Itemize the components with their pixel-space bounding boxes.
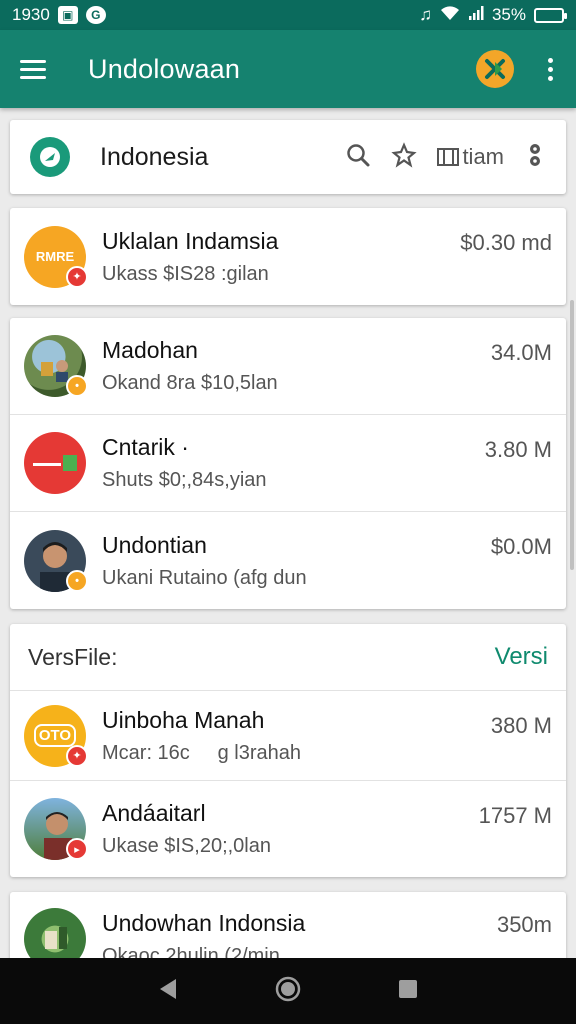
- app-title: Undolowaan: [88, 53, 241, 84]
- avatar: ▸: [24, 798, 88, 860]
- country-card: Indonesia tiam: [10, 120, 566, 194]
- list-item[interactable]: • Undontian Ukani Rutaino (afg dun $0.0M: [10, 512, 566, 609]
- list-item[interactable]: ▬▬▬ Cntarik · Shuts $0;,84s,yian 3.80 M: [10, 415, 566, 512]
- item-subtitle: Shuts $0;,84s,yian: [102, 469, 267, 491]
- avatar: RMRE ✦: [24, 225, 88, 288]
- country-label: Indonesia: [100, 142, 209, 171]
- signal-icon: [468, 5, 484, 26]
- back-icon[interactable]: [157, 977, 179, 1006]
- item-amount: 380 M: [490, 713, 552, 738]
- item-amount: 34.0M: [490, 340, 552, 365]
- recents-icon[interactable]: [397, 978, 419, 1005]
- item-subtitle: Okand 8ra $10,5lan: [102, 372, 278, 394]
- section-title: VersFile:: [28, 643, 118, 670]
- status-badge-icon: •: [66, 375, 88, 397]
- battery-percent: 35%: [491, 5, 526, 24]
- g-notification-icon: G: [85, 6, 106, 24]
- brand-logo-icon: [30, 137, 70, 177]
- vibrate-icon: ♫: [419, 5, 432, 24]
- item-title: Madohan: [102, 337, 198, 363]
- x-logo-icon: [485, 59, 505, 79]
- status-badge-icon: •: [66, 569, 88, 592]
- item-amount: $0.30 md: [460, 230, 552, 255]
- item-subtitle: Mcar: 16c g l3rahah: [102, 741, 301, 764]
- more-options-icon[interactable]: [544, 57, 556, 81]
- list-item[interactable]: • Madohan Okand 8ra $10,5lan 34.0M: [10, 318, 566, 415]
- item-subtitle: Ukani Rutaino (afg dun: [102, 566, 307, 589]
- item-amount: 3.80 M: [484, 437, 552, 462]
- list-card-1: RMRE ✦ Uklalan Indamsia Ukass $IS28 :gil…: [10, 208, 566, 305]
- search-icon[interactable]: [345, 142, 371, 173]
- item-amount: $0.0M: [490, 534, 552, 559]
- menu-icon[interactable]: [20, 51, 56, 87]
- scrollbar[interactable]: [570, 300, 574, 570]
- status-badge-icon: ✦: [66, 265, 88, 288]
- filter-label: tiam: [462, 144, 504, 169]
- filter-button[interactable]: tiam: [437, 144, 504, 170]
- clock: 1930: [12, 5, 50, 24]
- section-header: VersFile: Versi: [10, 624, 566, 691]
- list-item[interactable]: ▸ Andáaitarl Ukase $IS,20;,0lan 1757 M: [10, 781, 566, 877]
- list-card-3: VersFile: Versi OTO ✦ Uinboha Manah Mcar…: [10, 624, 566, 877]
- list-card-2: • Madohan Okand 8ra $10,5lan 34.0M ▬▬▬ C…: [10, 318, 566, 609]
- star-icon[interactable]: [391, 141, 418, 173]
- image-notification-icon: ▣: [57, 6, 78, 24]
- item-title: Undontian: [102, 531, 207, 558]
- columns-icon: [437, 148, 460, 166]
- battery-icon: [534, 7, 567, 23]
- item-title: Uinboha Manah: [102, 706, 265, 733]
- item-title: Cntarik ·: [102, 434, 189, 460]
- status-badge-icon: ▸: [66, 838, 88, 860]
- item-title: Undowhan Indonsia: [102, 910, 306, 936]
- avatar: OTO ✦: [24, 704, 88, 767]
- item-amount: 350m: [496, 912, 552, 937]
- item-subtitle: Ukass $IS28 :gilan: [102, 262, 269, 285]
- wifi-icon: [440, 5, 460, 26]
- status-badge-icon: ✦: [66, 744, 88, 767]
- home-icon[interactable]: [274, 975, 302, 1008]
- list-item[interactable]: OTO ✦ Uinboha Manah Mcar: 16c g l3rahah …: [10, 691, 566, 781]
- item-title: Andáaitarl: [102, 800, 206, 826]
- avatar: ▬▬▬: [24, 432, 86, 494]
- app-logo-button[interactable]: [476, 50, 514, 88]
- settings-icon[interactable]: [524, 142, 546, 173]
- app-bar: Undolowaan: [0, 30, 576, 108]
- item-title: Uklalan Indamsia: [102, 227, 279, 254]
- avatar: •: [24, 335, 88, 397]
- item-subtitle: Ukase $IS,20;,0lan: [102, 835, 271, 857]
- status-bar: 1930 ▣ G ♫ 35%: [0, 0, 576, 30]
- avatar: •: [24, 529, 88, 592]
- list-item[interactable]: RMRE ✦ Uklalan Indamsia Ukass $IS28 :gil…: [10, 208, 566, 305]
- section-link[interactable]: Versi: [495, 643, 548, 671]
- system-nav-bar: [0, 958, 576, 1024]
- item-amount: 1757 M: [478, 803, 552, 828]
